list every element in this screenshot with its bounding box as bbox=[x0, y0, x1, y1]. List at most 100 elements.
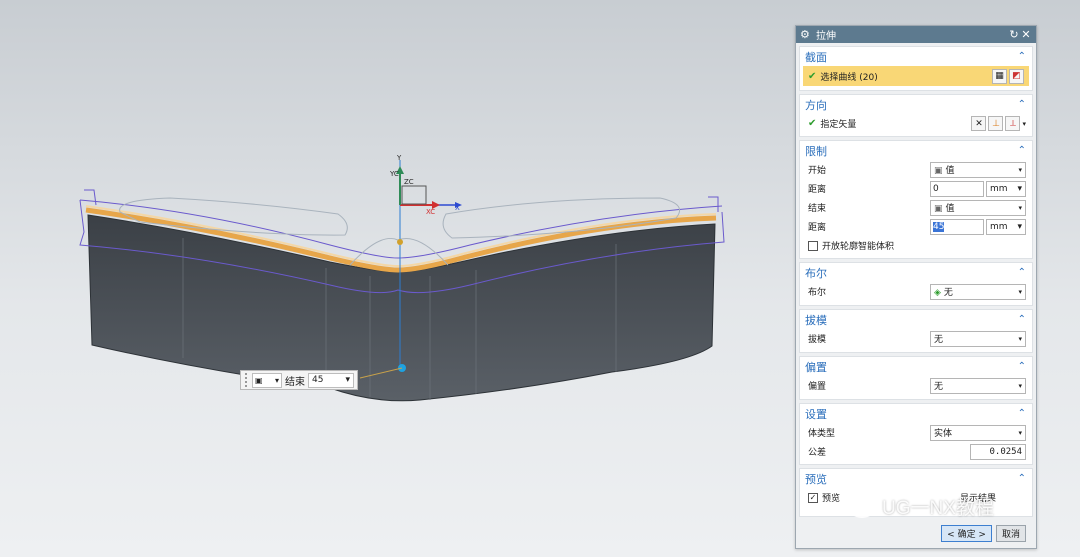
limit-type-dropdown[interactable]: ▣ ▾ bbox=[252, 372, 282, 388]
dropdown-arrow-icon: ▾ bbox=[1017, 221, 1022, 232]
collapse-icon[interactable]: ⌃ bbox=[1018, 99, 1026, 110]
group-header-preview[interactable]: 预览 ⌃ bbox=[800, 469, 1032, 488]
watermark: UG一NX教程 bbox=[848, 493, 994, 520]
dropdown-arrow-icon[interactable]: ▾ bbox=[1022, 120, 1026, 128]
axis-label-yc: YC bbox=[389, 170, 399, 178]
group-boolean: 布尔 ⌃ 布尔 ◈ 无 ▾ bbox=[799, 262, 1033, 306]
draft-dropdown[interactable]: 无 ▾ bbox=[930, 330, 1026, 347]
dropdown-arrow-icon: ▾ bbox=[1018, 428, 1022, 437]
onscreen-end-value[interactable]: 45 ▾ bbox=[308, 372, 354, 388]
axis-label-zc: ZC bbox=[404, 178, 414, 186]
group-section: 截面 ⌃ ✔ 选择曲线 (20) ▦ ◩ bbox=[799, 46, 1033, 91]
collapse-icon[interactable]: ⌃ bbox=[1018, 361, 1026, 372]
boolean-dropdown[interactable]: ◈ 无 ▾ bbox=[930, 283, 1026, 300]
tolerance-input[interactable]: 0.0254 bbox=[970, 443, 1026, 460]
unit-value: mm bbox=[990, 183, 1008, 194]
group-header-offset[interactable]: 偏置 ⌃ bbox=[800, 357, 1032, 376]
select-curve-row[interactable]: ✔ 选择曲线 (20) ▦ ◩ bbox=[803, 66, 1029, 86]
drag-handle[interactable] bbox=[245, 373, 249, 387]
cancel-button[interactable]: 取消 bbox=[995, 525, 1026, 542]
start-type-value: 值 bbox=[945, 166, 955, 176]
select-curve-label: 选择曲线 (20) bbox=[820, 72, 878, 83]
collapse-icon[interactable]: ⌃ bbox=[1018, 51, 1026, 62]
group-direction: 方向 ⌃ ✔ 指定矢量 ✕ ⊥ ⟂ ▾ bbox=[799, 94, 1033, 137]
sketch-section-icon[interactable]: ◩ bbox=[1009, 68, 1024, 84]
axis-label-x: X bbox=[455, 204, 460, 212]
cube-icon: ▣ bbox=[934, 166, 943, 176]
draft-value: 无 bbox=[934, 335, 944, 345]
end-type-value: 值 bbox=[945, 204, 955, 214]
body-type-value: 实体 bbox=[934, 429, 953, 439]
dialog-titlebar[interactable]: ⚙ 拉伸 ↻ ✕ bbox=[796, 26, 1036, 43]
end-unit-dropdown[interactable]: mm ▾ bbox=[986, 218, 1026, 235]
collapse-icon[interactable]: ⌃ bbox=[1018, 145, 1026, 156]
group-title: 预览 bbox=[805, 472, 827, 486]
group-header-draft[interactable]: 拔模 ⌃ bbox=[800, 310, 1032, 329]
group-header-direction[interactable]: 方向 ⌃ bbox=[800, 95, 1032, 114]
axis-label-y: Y bbox=[396, 154, 402, 162]
end-distance-label: 距离 bbox=[808, 223, 827, 233]
dialog-title: 拉伸 bbox=[816, 31, 836, 42]
collapse-icon[interactable]: ⌃ bbox=[1018, 267, 1026, 278]
onscreen-end-label: 结束 bbox=[285, 376, 305, 388]
start-distance-input[interactable]: 0 bbox=[930, 180, 984, 197]
end-type-dropdown[interactable]: ▣ 值 ▾ bbox=[930, 199, 1026, 216]
body-type-label: 体类型 bbox=[808, 429, 836, 439]
body-type-dropdown[interactable]: 实体 ▾ bbox=[930, 424, 1026, 441]
boolean-none-icon: ◈ bbox=[934, 288, 941, 298]
dropdown-arrow-icon: ▾ bbox=[1018, 381, 1022, 390]
reset-icon[interactable]: ↻ bbox=[1008, 28, 1020, 41]
tolerance-label: 公差 bbox=[808, 448, 827, 458]
group-title: 设置 bbox=[805, 407, 827, 421]
collapse-icon[interactable]: ⌃ bbox=[1018, 408, 1026, 419]
cube-icon: ▣ bbox=[934, 204, 943, 214]
collapse-icon[interactable]: ⌃ bbox=[1018, 473, 1026, 484]
group-header-settings[interactable]: 设置 ⌃ bbox=[800, 404, 1032, 423]
offset-label: 偏置 bbox=[808, 382, 827, 392]
inferred-vector-icon[interactable]: ⟂ bbox=[1005, 116, 1021, 131]
boolean-label: 布尔 bbox=[808, 288, 827, 298]
open-profile-label: 开放轮廓智能体积 bbox=[822, 242, 895, 252]
open-profile-checkbox-row[interactable]: 开放轮廓智能体积 bbox=[800, 236, 1032, 255]
wechat-icon bbox=[848, 495, 876, 518]
dropdown-arrow-icon: ▾ bbox=[1018, 287, 1022, 296]
graphics-viewport[interactable]: Y YC ZC XC X ▣ ▾ 结束 45 ▾ bbox=[0, 0, 790, 557]
group-header-boolean[interactable]: 布尔 ⌃ bbox=[800, 263, 1032, 282]
model-view[interactable]: Y YC ZC XC X bbox=[0, 0, 790, 557]
dropdown-arrow-icon: ▾ bbox=[345, 375, 350, 385]
start-distance-label: 距离 bbox=[808, 185, 827, 195]
dropdown-arrow-icon: ▾ bbox=[1018, 334, 1022, 343]
check-icon: ✔ bbox=[808, 70, 817, 82]
group-header-limits[interactable]: 限制 ⌃ bbox=[800, 141, 1032, 160]
ok-button[interactable]: < 确定 > bbox=[941, 525, 992, 542]
check-icon: ✔ bbox=[808, 118, 817, 129]
start-unit-dropdown[interactable]: mm ▾ bbox=[986, 180, 1026, 197]
group-title: 方向 bbox=[805, 98, 827, 112]
watermark-text: UG一NX教程 bbox=[882, 498, 994, 519]
start-type-dropdown[interactable]: ▣ 值 ▾ bbox=[930, 161, 1026, 178]
group-settings: 设置 ⌃ 体类型 实体 ▾ 公差 0.0254 bbox=[799, 403, 1033, 465]
offset-dropdown[interactable]: 无 ▾ bbox=[930, 377, 1026, 394]
preview-checkbox[interactable]: ✓ bbox=[808, 492, 818, 503]
onscreen-end-value-text: 45 bbox=[312, 375, 324, 385]
end-distance-text: 45 bbox=[933, 221, 945, 232]
offset-value: 无 bbox=[934, 382, 944, 392]
extrude-dialog: ⚙ 拉伸 ↻ ✕ 截面 ⌃ ✔ 选择曲线 (20) ▦ ◩ 方向 ⌃ ✔ 指定矢… bbox=[795, 25, 1037, 549]
group-title: 限制 bbox=[805, 144, 827, 158]
axis-label-xc: XC bbox=[426, 208, 435, 216]
group-header-section[interactable]: 截面 ⌃ bbox=[800, 47, 1032, 66]
collapse-icon[interactable]: ⌃ bbox=[1018, 314, 1026, 325]
curve-rule-icon[interactable]: ▦ bbox=[992, 68, 1007, 84]
close-icon[interactable]: ✕ bbox=[1020, 28, 1032, 41]
group-title: 布尔 bbox=[805, 266, 827, 280]
specify-vector-label: 指定矢量 bbox=[820, 120, 857, 130]
open-profile-checkbox[interactable] bbox=[808, 240, 818, 251]
group-offset: 偏置 ⌃ 偏置 无 ▾ bbox=[799, 356, 1033, 400]
onscreen-input-box[interactable]: ▣ ▾ 结束 45 ▾ bbox=[240, 370, 358, 390]
reverse-direction-icon[interactable]: ✕ bbox=[971, 116, 987, 131]
vector-dialog-icon[interactable]: ⊥ bbox=[988, 116, 1004, 131]
boolean-value: 无 bbox=[943, 288, 953, 298]
gear-icon: ⚙ bbox=[800, 28, 810, 41]
end-label: 结束 bbox=[808, 204, 827, 214]
end-distance-input[interactable]: 45 bbox=[930, 218, 984, 235]
